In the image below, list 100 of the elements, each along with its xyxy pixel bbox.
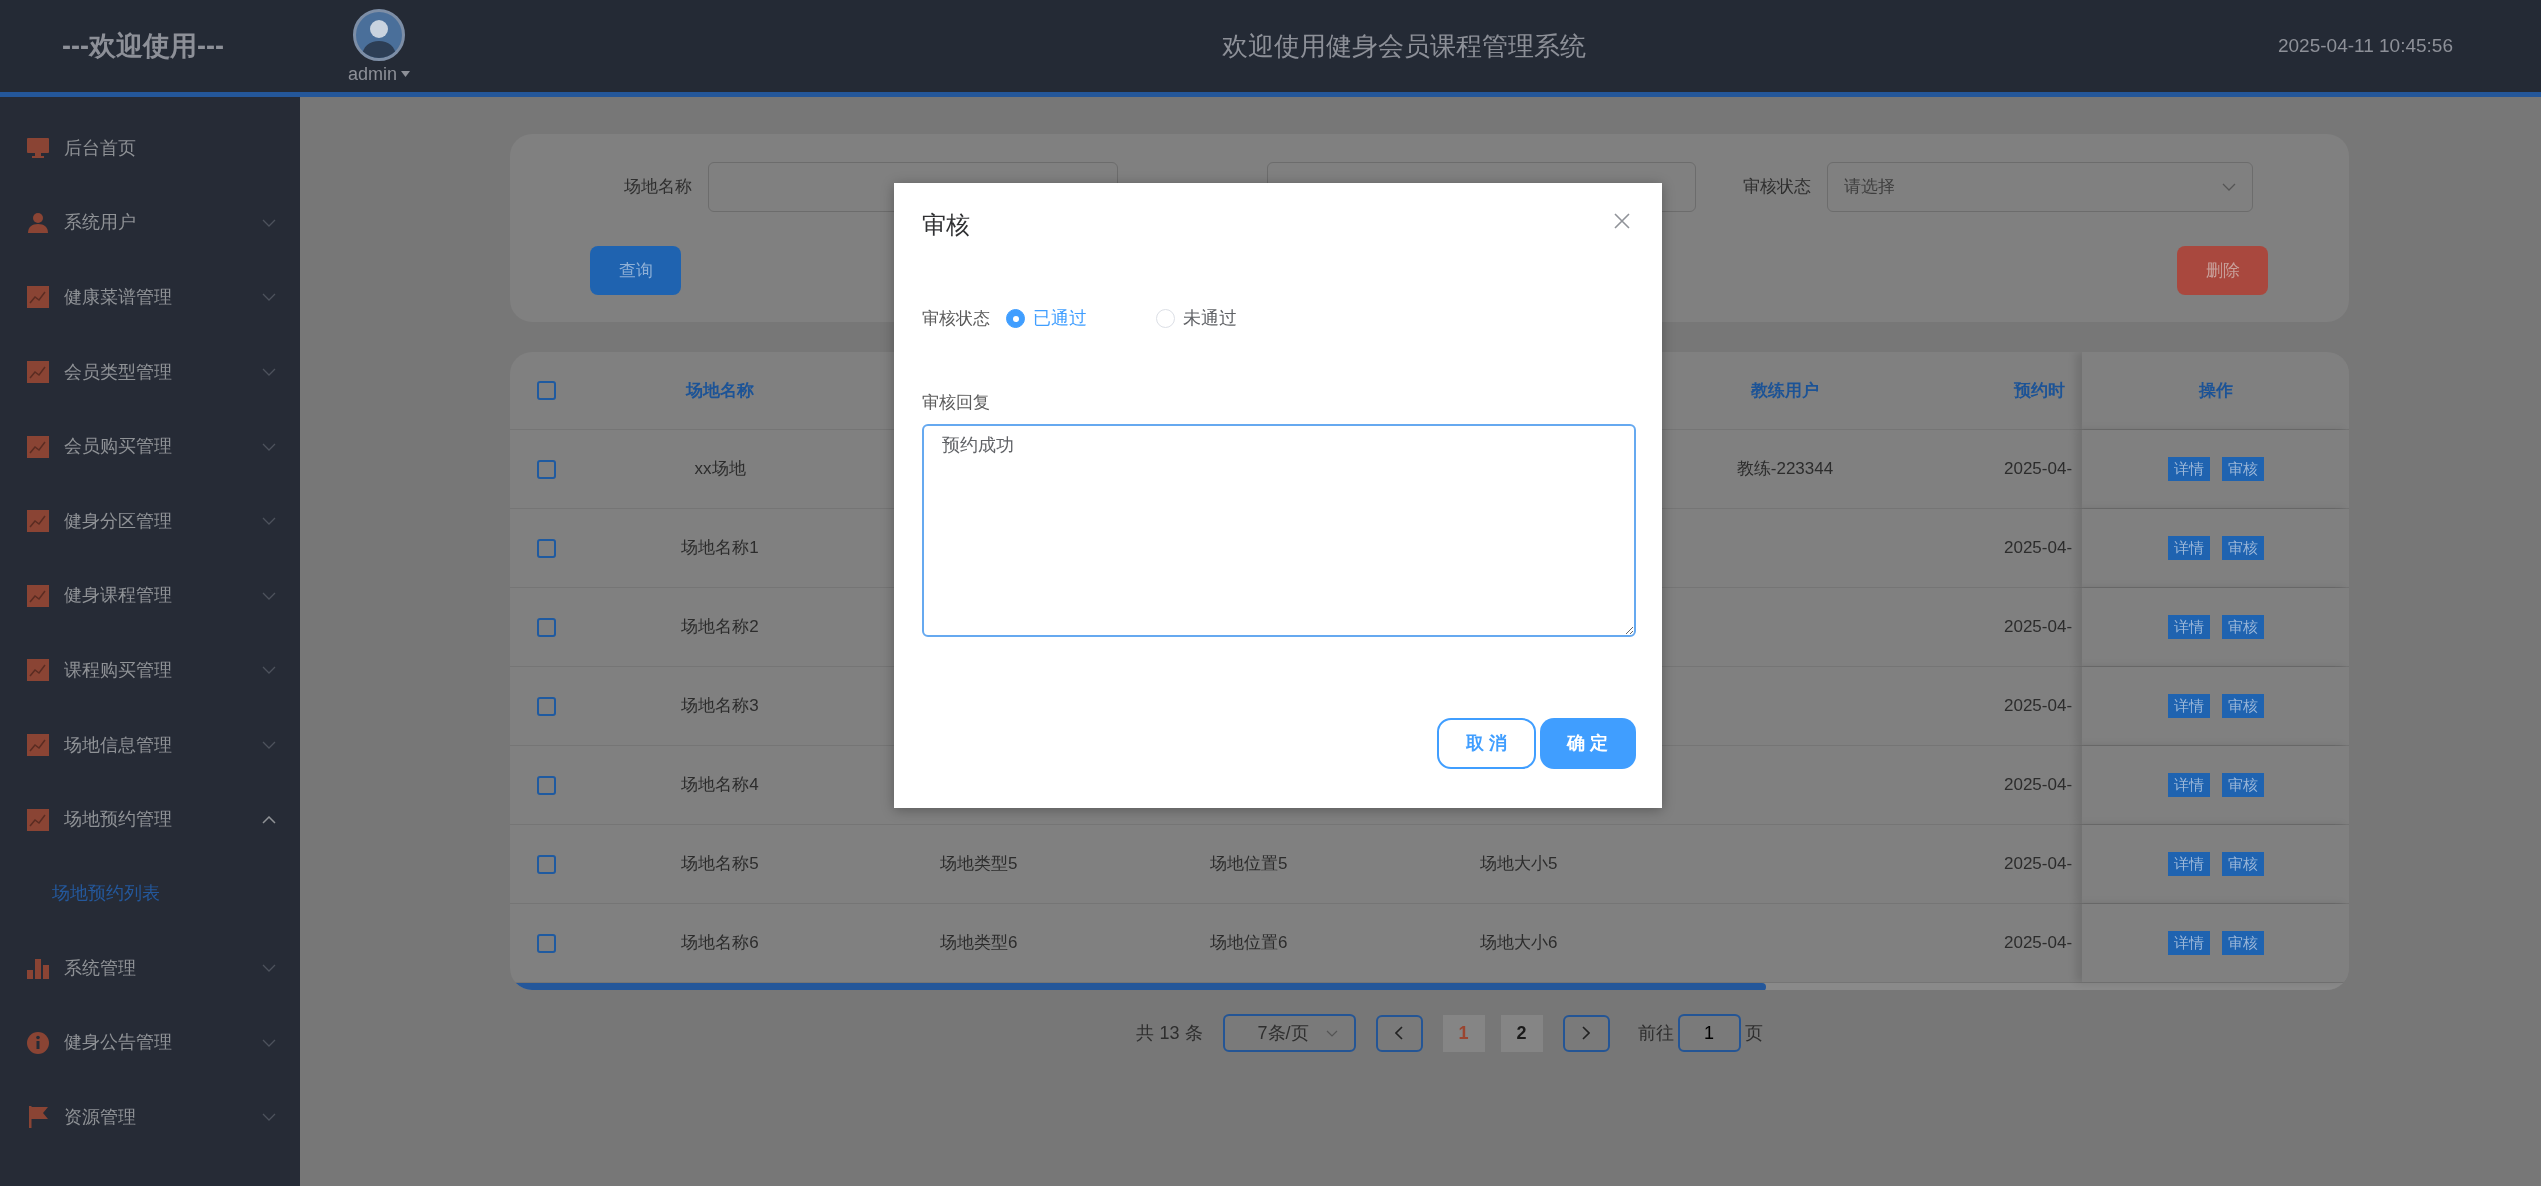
table-cell: 2025-04- (2004, 933, 2073, 953)
table-cell: 2025-04- (2004, 459, 2073, 479)
sidebar-item[interactable]: 会员类型管理 (0, 334, 300, 410)
details-button[interactable]: 详情 (2167, 931, 2210, 955)
details-button[interactable]: 详情 (2167, 615, 2210, 639)
line-chart-icon (26, 658, 50, 683)
brand-title: ---欢迎使用--- (61, 29, 225, 63)
review-button[interactable]: 审核 (2221, 457, 2264, 481)
table-cell: 2025-04- (2004, 617, 2073, 637)
page-input[interactable]: 1 (1677, 1014, 1741, 1052)
review-button[interactable]: 审核 (2221, 852, 2264, 876)
line-chart-icon (26, 509, 50, 534)
review-button[interactable]: 审核 (2221, 615, 2264, 639)
radio-button[interactable] (1006, 309, 1025, 328)
table-cell: 场地名称4 (681, 775, 759, 795)
chevron-down-icon (1325, 1029, 1338, 1037)
column-header: 教练用户 (1751, 380, 1819, 400)
date-time: 2025-04-11 10:45:56 (2277, 33, 2454, 58)
sidebar-item[interactable]: 健身课程管理 (0, 558, 300, 634)
table-cell: 2025-04- (2004, 538, 2073, 558)
sidebar-item[interactable]: 场地信息管理 (0, 707, 300, 783)
caret-icon (401, 71, 411, 77)
table-cell: 场地类型5 (940, 854, 1018, 874)
table-cell: 场地类型6 (940, 933, 1018, 953)
page-size-select[interactable]: 7条/页 (1222, 1014, 1356, 1052)
previous-page-button[interactable] (1375, 1014, 1423, 1052)
total-count: 共 13 条 (1136, 1021, 1203, 1045)
table-cell: 教练-223344 (1736, 459, 1834, 479)
checkbox[interactable] (537, 459, 556, 479)
checkbox[interactable] (537, 854, 556, 874)
column-header: 场地名称 (686, 380, 754, 400)
table-cell: 场地名称3 (681, 696, 759, 716)
next-page-button[interactable] (1562, 1014, 1610, 1052)
sidebar-item[interactable]: 健身分区管理 (0, 483, 300, 559)
line-chart-icon (26, 285, 50, 310)
sidebar-item[interactable]: 系统管理 (0, 930, 300, 1006)
details-button[interactable]: 详情 (2167, 773, 2210, 797)
cancel-button[interactable]: 取 消 (1437, 718, 1536, 769)
page-button[interactable]: 2 (1500, 1014, 1543, 1052)
field-label: 审核回复 (922, 392, 990, 414)
sidebar-item[interactable]: 场地预约管理 (0, 782, 300, 857)
delete-button[interactable]: 删除 (2177, 246, 2268, 295)
sidebar-item[interactable]: 系统用户 (0, 185, 300, 261)
details-button[interactable]: 详情 (2167, 852, 2210, 876)
sidebar-subitem[interactable]: 场地预约列表 (0, 856, 300, 931)
page-button[interactable]: 1 (1442, 1014, 1485, 1052)
select-field[interactable]: 请选择 (1827, 162, 2253, 212)
chevron-left-icon (1395, 1026, 1403, 1040)
sidebar-item[interactable]: 会员购买管理 (0, 409, 300, 484)
field-label: 场地名称 (624, 176, 692, 199)
table-cell: 2025-04- (2004, 854, 2073, 874)
checkbox[interactable] (537, 775, 556, 795)
line-chart-icon (26, 583, 50, 608)
checkbox[interactable] (537, 933, 556, 953)
table-cell: 2025-04- (2004, 696, 2073, 716)
reply-textarea[interactable]: 预约成功 (922, 423, 1636, 637)
details-button[interactable]: 详情 (2167, 457, 2210, 481)
sidebar-item[interactable]: 课程购买管理 (0, 633, 300, 708)
table-cell: 场地名称5 (681, 854, 759, 874)
details-button[interactable]: 详情 (2167, 694, 2210, 718)
details-button[interactable]: 详情 (2167, 536, 2210, 560)
checkbox[interactable] (537, 538, 556, 558)
monitor-icon (26, 136, 50, 161)
avatar[interactable] (353, 9, 405, 61)
table-cell: 场地位置5 (1210, 854, 1288, 874)
info-icon (26, 1030, 50, 1055)
user-menu[interactable]: admin (348, 65, 411, 83)
search-button[interactable]: 查询 (590, 246, 681, 295)
column-header: 预约时 (2014, 380, 2065, 400)
flag-icon (26, 1105, 50, 1130)
radio-label: 已通过 (1033, 307, 1087, 330)
review-button[interactable]: 审核 (2221, 694, 2264, 718)
sidebar-item[interactable]: 健康菜谱管理 (0, 260, 300, 335)
checkbox[interactable] (537, 617, 556, 637)
bar-chart-icon (26, 956, 50, 981)
close-icon[interactable] (1614, 213, 1630, 229)
line-chart-icon (26, 434, 50, 459)
table-cell: xx场地 (694, 459, 746, 479)
column-header: 操作 (2198, 379, 2233, 402)
dialog-title: 审核 (922, 210, 970, 240)
sidebar-item[interactable]: 健身公告管理 (0, 1005, 300, 1081)
checkbox[interactable] (537, 381, 556, 400)
confirm-button[interactable]: 确 定 (1540, 718, 1636, 769)
sidebar-item[interactable]: 资源管理 (0, 1080, 300, 1155)
field-label: 审核状态 (922, 307, 990, 330)
page-title: 欢迎使用健身会员课程管理系统 (1221, 29, 1587, 63)
sidebar-item[interactable]: 后台首页 (0, 111, 300, 186)
goto-label: 前往 (1637, 1021, 1674, 1045)
review-button[interactable]: 审核 (2221, 536, 2264, 560)
table-cell: 场地名称1 (681, 538, 759, 558)
table-cell: 场地大小6 (1480, 933, 1558, 953)
radio-label: 未通过 (1183, 307, 1237, 330)
page-suffix: 页 (1744, 1021, 1763, 1045)
line-chart-icon (26, 807, 50, 832)
checkbox[interactable] (537, 696, 556, 716)
review-button[interactable]: 审核 (2221, 773, 2264, 797)
line-chart-icon (26, 360, 50, 385)
review-button[interactable]: 审核 (2221, 931, 2264, 955)
chevron-down-icon (2222, 183, 2236, 191)
table-cell: 场地名称2 (681, 617, 759, 637)
